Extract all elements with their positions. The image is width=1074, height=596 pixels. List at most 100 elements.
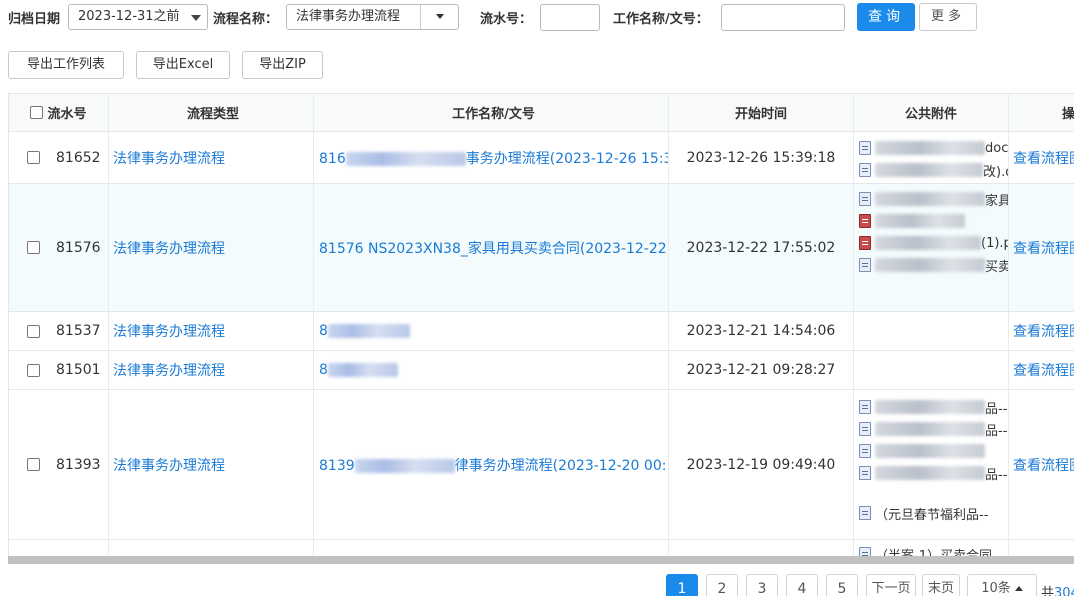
header-start-time[interactable]: 开始时间 [669, 94, 854, 131]
word-file-icon [859, 466, 871, 480]
table-header: 流水号 流程类型 工作名称/文号 开始时间 公共附件 操 [9, 94, 1074, 132]
row-checkbox[interactable] [27, 458, 40, 471]
work-table: 流水号 流程类型 工作名称/文号 开始时间 公共附件 操 81652 法律事务办… [8, 93, 1074, 563]
chevron-down-icon [191, 15, 201, 21]
page-2-button[interactable]: 2 [706, 574, 738, 596]
view-flowchart-link[interactable]: 查看流程图 [1013, 148, 1074, 168]
row-name-link[interactable]: 81576 NS2023XN38_家具用具买卖合同(2023-12-22 17:… [319, 238, 668, 258]
row-serial-cell: 81652 [9, 132, 109, 183]
page-4-button[interactable]: 4 [786, 574, 818, 596]
row-checkbox[interactable] [27, 241, 40, 254]
attachment-item[interactable]: 家具 [859, 188, 1008, 210]
row-action-cell: 查看流程图 [1009, 390, 1074, 539]
view-flowchart-link[interactable]: 查看流程图 [1013, 321, 1074, 341]
row-type-link[interactable]: 法律事务办理流程 [113, 238, 225, 258]
archive-date-value: 2023-12-31之前 [78, 9, 180, 24]
view-flowchart-link[interactable]: 查看流程图 [1013, 238, 1074, 258]
next-page-button[interactable]: 下一页 [866, 574, 916, 596]
row-type-link[interactable]: 法律事务办理流程 [113, 321, 225, 341]
row-checkbox[interactable] [27, 151, 40, 164]
work-name-input[interactable] [721, 4, 845, 31]
row-serial: 81652 [56, 149, 101, 166]
row-type-cell: 法律事务办理流程 [109, 312, 314, 350]
row-serial-cell: 81537 [9, 312, 109, 350]
process-name-dropdown-button[interactable] [420, 5, 458, 29]
table-row: 81652 法律事务办理流程 816 事务办理流程(2023-12-26 15:3… [9, 132, 1074, 184]
attachment-item[interactable]: 品-- [859, 418, 1007, 440]
attachment-item[interactable]: 改).d [859, 159, 1008, 181]
page-5-button[interactable]: 5 [826, 574, 858, 596]
redacted-text [345, 151, 466, 166]
archive-date-select[interactable]: 2023-12-31之前 [68, 4, 208, 30]
row-attachments: 品-- 品-- 品-- （元旦春节福利品-- [854, 390, 1009, 539]
process-name-value: 法律事务办理流程 [296, 9, 401, 24]
row-serial: 81537 [56, 323, 101, 339]
pdf-file-icon [859, 236, 871, 250]
row-start-time: 2023-12-19 09:49:40 [669, 390, 854, 539]
row-name-link[interactable]: 816 事务办理流程(2023-12-26 15:39 [319, 148, 668, 168]
redacted-text [327, 363, 398, 377]
view-flowchart-link[interactable]: 查看流程图 [1013, 360, 1074, 380]
process-name-combobox[interactable]: 法律事务办理流程 [286, 4, 459, 30]
word-file-icon [859, 258, 871, 272]
more-button[interactable]: 更多 [919, 3, 977, 31]
row-name-link[interactable]: 8139 律事务办理流程(2023-12-20 00:1 [319, 455, 668, 475]
header-type[interactable]: 流程类型 [109, 94, 314, 131]
word-file-icon [859, 192, 871, 206]
row-name-link[interactable]: 8 [319, 323, 410, 339]
row-start-time: 2023-12-21 14:54:06 [669, 312, 854, 350]
row-action-cell: 查看流程图 [1009, 351, 1074, 389]
attachment-item[interactable] [859, 440, 1007, 462]
select-all-checkbox[interactable] [30, 106, 44, 119]
export-zip-button[interactable]: 导出ZIP [242, 51, 323, 79]
row-serial: 81501 [56, 362, 101, 378]
row-checkbox[interactable] [27, 363, 40, 377]
row-action-cell: 查看流程图 [1009, 184, 1074, 311]
process-name-label: 流程名称： [213, 12, 279, 27]
row-serial-cell: 81576 [9, 184, 109, 311]
row-name-cell: 8 [314, 351, 669, 389]
pdf-file-icon [859, 214, 871, 228]
export-work-list-button[interactable]: 导出工作列表 [8, 51, 124, 79]
row-start-time: 2023-12-26 15:39:18 [669, 132, 854, 183]
header-serial: 流水号 [9, 94, 109, 131]
row-type-link[interactable]: 法律事务办理流程 [113, 360, 225, 380]
row-type-cell: 法律事务办理流程 [109, 132, 314, 183]
word-file-icon [859, 163, 871, 177]
attachment-item[interactable]: 品-- [859, 462, 1007, 484]
export-excel-button[interactable]: 导出Excel [136, 51, 230, 79]
row-serial-cell: 81501 [9, 351, 109, 389]
page-3-button[interactable]: 3 [746, 574, 778, 596]
row-attachments: docx 改).d [854, 132, 1009, 183]
search-button[interactable]: 查询 [857, 3, 915, 31]
last-page-button[interactable]: 末页 [922, 574, 960, 596]
attachment-item[interactable]: 买卖 [859, 254, 1008, 276]
table-row: 81501 法律事务办理流程 8 2023-12-21 09:28:27 查看流… [9, 351, 1074, 390]
word-file-icon [859, 400, 871, 414]
word-file-icon [859, 141, 871, 155]
attachment-item[interactable]: （元旦春节福利品-- [859, 502, 1007, 524]
page-1-button[interactable]: 1 [666, 574, 698, 596]
row-start-time: 2023-12-22 17:55:02 [669, 184, 854, 311]
row-type-link[interactable]: 法律事务办理流程 [113, 148, 225, 168]
serial-input[interactable] [540, 4, 600, 31]
page-size-select[interactable]: 10条 [967, 574, 1037, 596]
view-flowchart-link[interactable]: 查看流程图 [1013, 455, 1074, 475]
total-count: 共304 [1041, 586, 1074, 596]
row-name-link[interactable]: 8 [319, 362, 398, 378]
row-type-link[interactable]: 法律事务办理流程 [113, 455, 225, 475]
row-attachments [854, 351, 1009, 389]
attachment-item[interactable]: (1).p [859, 232, 1008, 254]
row-serial-cell: 81393 [9, 390, 109, 539]
attachment-item[interactable]: 品-- [859, 396, 1007, 418]
horizontal-scrollbar[interactable] [8, 556, 1074, 564]
chevron-down-icon [436, 14, 444, 19]
header-work-name[interactable]: 工作名称/文号 [314, 94, 669, 131]
row-attachments [854, 312, 1009, 350]
row-serial: 81393 [56, 456, 101, 473]
attachment-item[interactable] [859, 210, 1008, 232]
row-type-cell: 法律事务办理流程 [109, 390, 314, 539]
row-checkbox[interactable] [27, 324, 40, 338]
archive-date-label: 归档日期 [8, 12, 61, 27]
attachment-item[interactable]: docx [859, 137, 1008, 159]
